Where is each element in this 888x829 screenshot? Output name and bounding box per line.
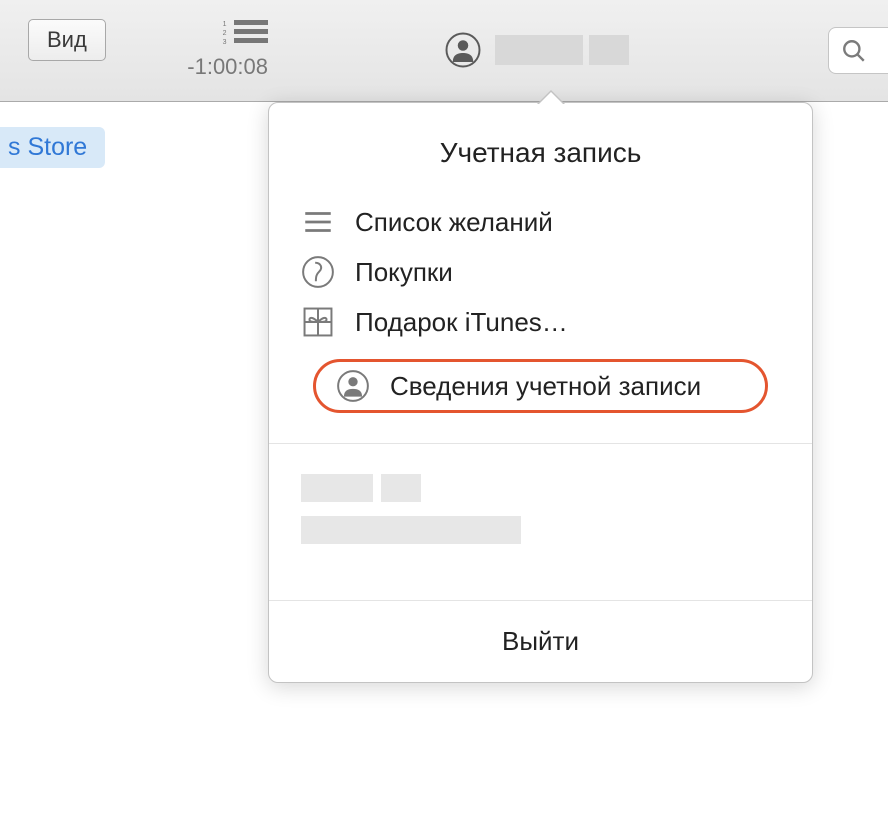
menu-item-gift[interactable]: Подарок iTunes… [269, 297, 812, 347]
purchases-icon [301, 255, 335, 289]
apple-id-redacted [269, 443, 812, 600]
account-name-redacted [495, 35, 629, 65]
content-area: s Store Учетная запись Список желаний [0, 102, 888, 829]
menu-list: Список желаний Покупки Подарок iTunes… [269, 197, 812, 421]
popover-title: Учетная запись [269, 103, 812, 197]
signout-button[interactable]: Выйти [269, 600, 812, 682]
toolbar: Вид 123 -1:00:08 [0, 0, 888, 102]
menu-label: Покупки [355, 257, 453, 288]
menu-label: Сведения учетной записи [390, 371, 701, 402]
person-icon [445, 32, 481, 68]
account-menu-trigger[interactable] [445, 32, 629, 68]
hamburger-icon [301, 205, 335, 239]
time-remaining: -1:00:08 [148, 54, 268, 80]
up-next-icon[interactable]: 123 [223, 20, 268, 48]
menu-item-wishlist[interactable]: Список желаний [269, 197, 812, 247]
store-tab[interactable]: s Store [0, 127, 105, 168]
account-popover: Учетная запись Список желаний Покупки [268, 102, 813, 683]
search-field[interactable] [828, 27, 888, 74]
search-icon [841, 38, 867, 64]
menu-label: Подарок iTunes… [355, 307, 568, 338]
menu-item-account-info[interactable]: Сведения учетной записи [281, 351, 800, 421]
up-next-block: 123 -1:00:08 [148, 20, 268, 80]
view-button[interactable]: Вид [28, 19, 106, 61]
person-icon [336, 369, 370, 403]
menu-item-purchases[interactable]: Покупки [269, 247, 812, 297]
highlight-annotation: Сведения учетной записи [313, 359, 768, 413]
menu-label: Список желаний [355, 207, 553, 238]
gift-icon [301, 305, 335, 339]
